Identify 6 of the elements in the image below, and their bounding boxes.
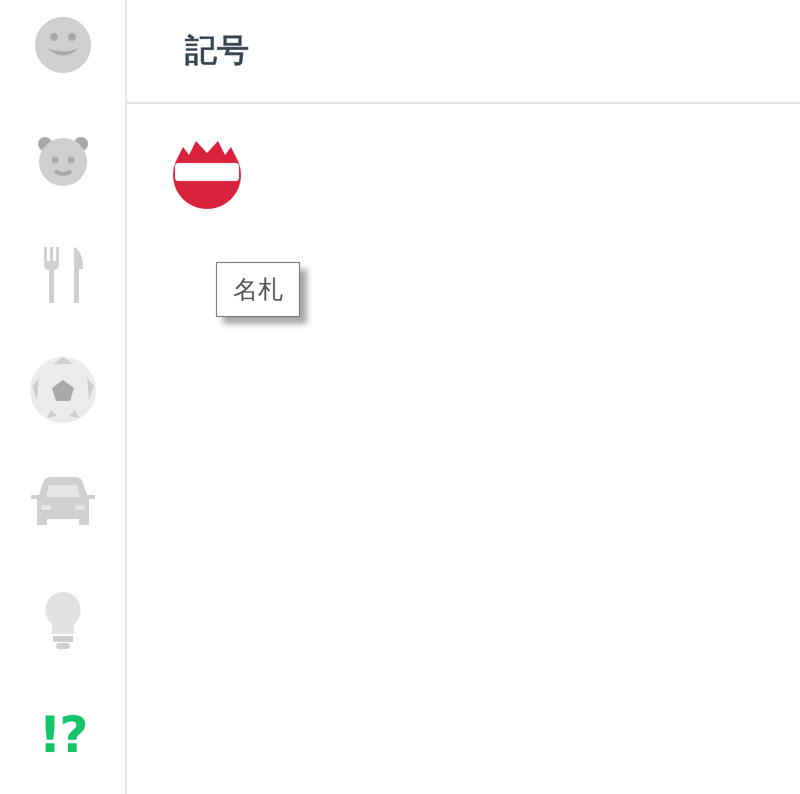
symbols-tab[interactable]: !? xyxy=(38,710,86,760)
tooltip: 名札 xyxy=(216,262,300,317)
section-title: 記号 xyxy=(185,30,249,71)
smiley-icon xyxy=(32,15,92,75)
light-bulb-icon xyxy=(42,590,82,650)
soccer-ball-icon xyxy=(28,356,96,424)
